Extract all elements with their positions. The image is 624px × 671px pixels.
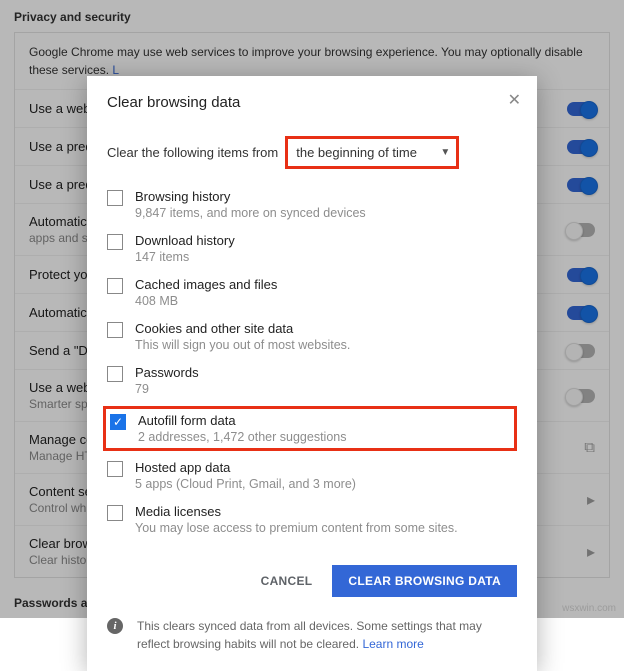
clear-browsing-data-button[interactable]: CLEAR BROWSING DATA xyxy=(332,565,517,597)
item-label: Autofill form data xyxy=(138,413,346,428)
learn-more-link[interactable]: Learn more xyxy=(362,637,423,651)
item-sublabel: 2 addresses, 1,472 other suggestions xyxy=(138,430,346,444)
clear-item: Passwords 79 xyxy=(107,360,517,404)
dialog-info: i This clears synced data from all devic… xyxy=(107,617,517,653)
time-range-label: Clear the following items from xyxy=(107,145,278,160)
clear-item: Media licenses You may lose access to pr… xyxy=(107,499,517,543)
checkbox[interactable] xyxy=(107,278,123,294)
close-icon[interactable]: ✕ xyxy=(508,90,521,110)
item-sublabel: 9,847 items, and more on synced devices xyxy=(135,206,366,220)
clear-item: Cached images and files 408 MB xyxy=(107,272,517,316)
item-label: Browsing history xyxy=(135,189,366,204)
dialog-title: Clear browsing data xyxy=(107,94,517,111)
item-sublabel: You may lose access to premium content f… xyxy=(135,521,458,535)
item-sublabel: 79 xyxy=(135,382,199,396)
checkbox[interactable] xyxy=(107,461,123,477)
item-label: Cached images and files xyxy=(135,277,277,292)
checkbox[interactable] xyxy=(107,322,123,338)
checkbox[interactable] xyxy=(107,505,123,521)
clear-item: Download history 147 items xyxy=(107,228,517,272)
item-label: Hosted app data xyxy=(135,460,356,475)
item-label: Passwords xyxy=(135,365,199,380)
clear-item: Autofill form data 2 addresses, 1,472 ot… xyxy=(103,406,517,451)
item-sublabel: 5 apps (Cloud Print, Gmail, and 3 more) xyxy=(135,477,356,491)
cancel-button[interactable]: CANCEL xyxy=(261,574,313,588)
item-sublabel: 147 items xyxy=(135,250,235,264)
item-label: Cookies and other site data xyxy=(135,321,350,336)
clear-browsing-data-dialog: Clear browsing data ✕ Clear the followin… xyxy=(87,76,537,671)
caret-down-icon: ▼ xyxy=(440,147,450,158)
checkbox[interactable] xyxy=(107,366,123,382)
checkbox[interactable] xyxy=(107,234,123,250)
time-range-dropdown[interactable]: the beginning of time ▼ xyxy=(288,139,456,166)
checkbox[interactable] xyxy=(107,190,123,206)
info-icon: i xyxy=(107,618,123,634)
item-sublabel: This will sign you out of most websites. xyxy=(135,338,350,352)
item-sublabel: 408 MB xyxy=(135,294,277,308)
watermark: wsxwin.com xyxy=(562,603,616,614)
checkbox[interactable] xyxy=(110,414,126,430)
clear-item: Hosted app data 5 apps (Cloud Print, Gma… xyxy=(107,455,517,499)
clear-item: Cookies and other site data This will si… xyxy=(107,316,517,360)
item-label: Download history xyxy=(135,233,235,248)
clear-item: Browsing history 9,847 items, and more o… xyxy=(107,184,517,228)
item-label: Media licenses xyxy=(135,504,458,519)
